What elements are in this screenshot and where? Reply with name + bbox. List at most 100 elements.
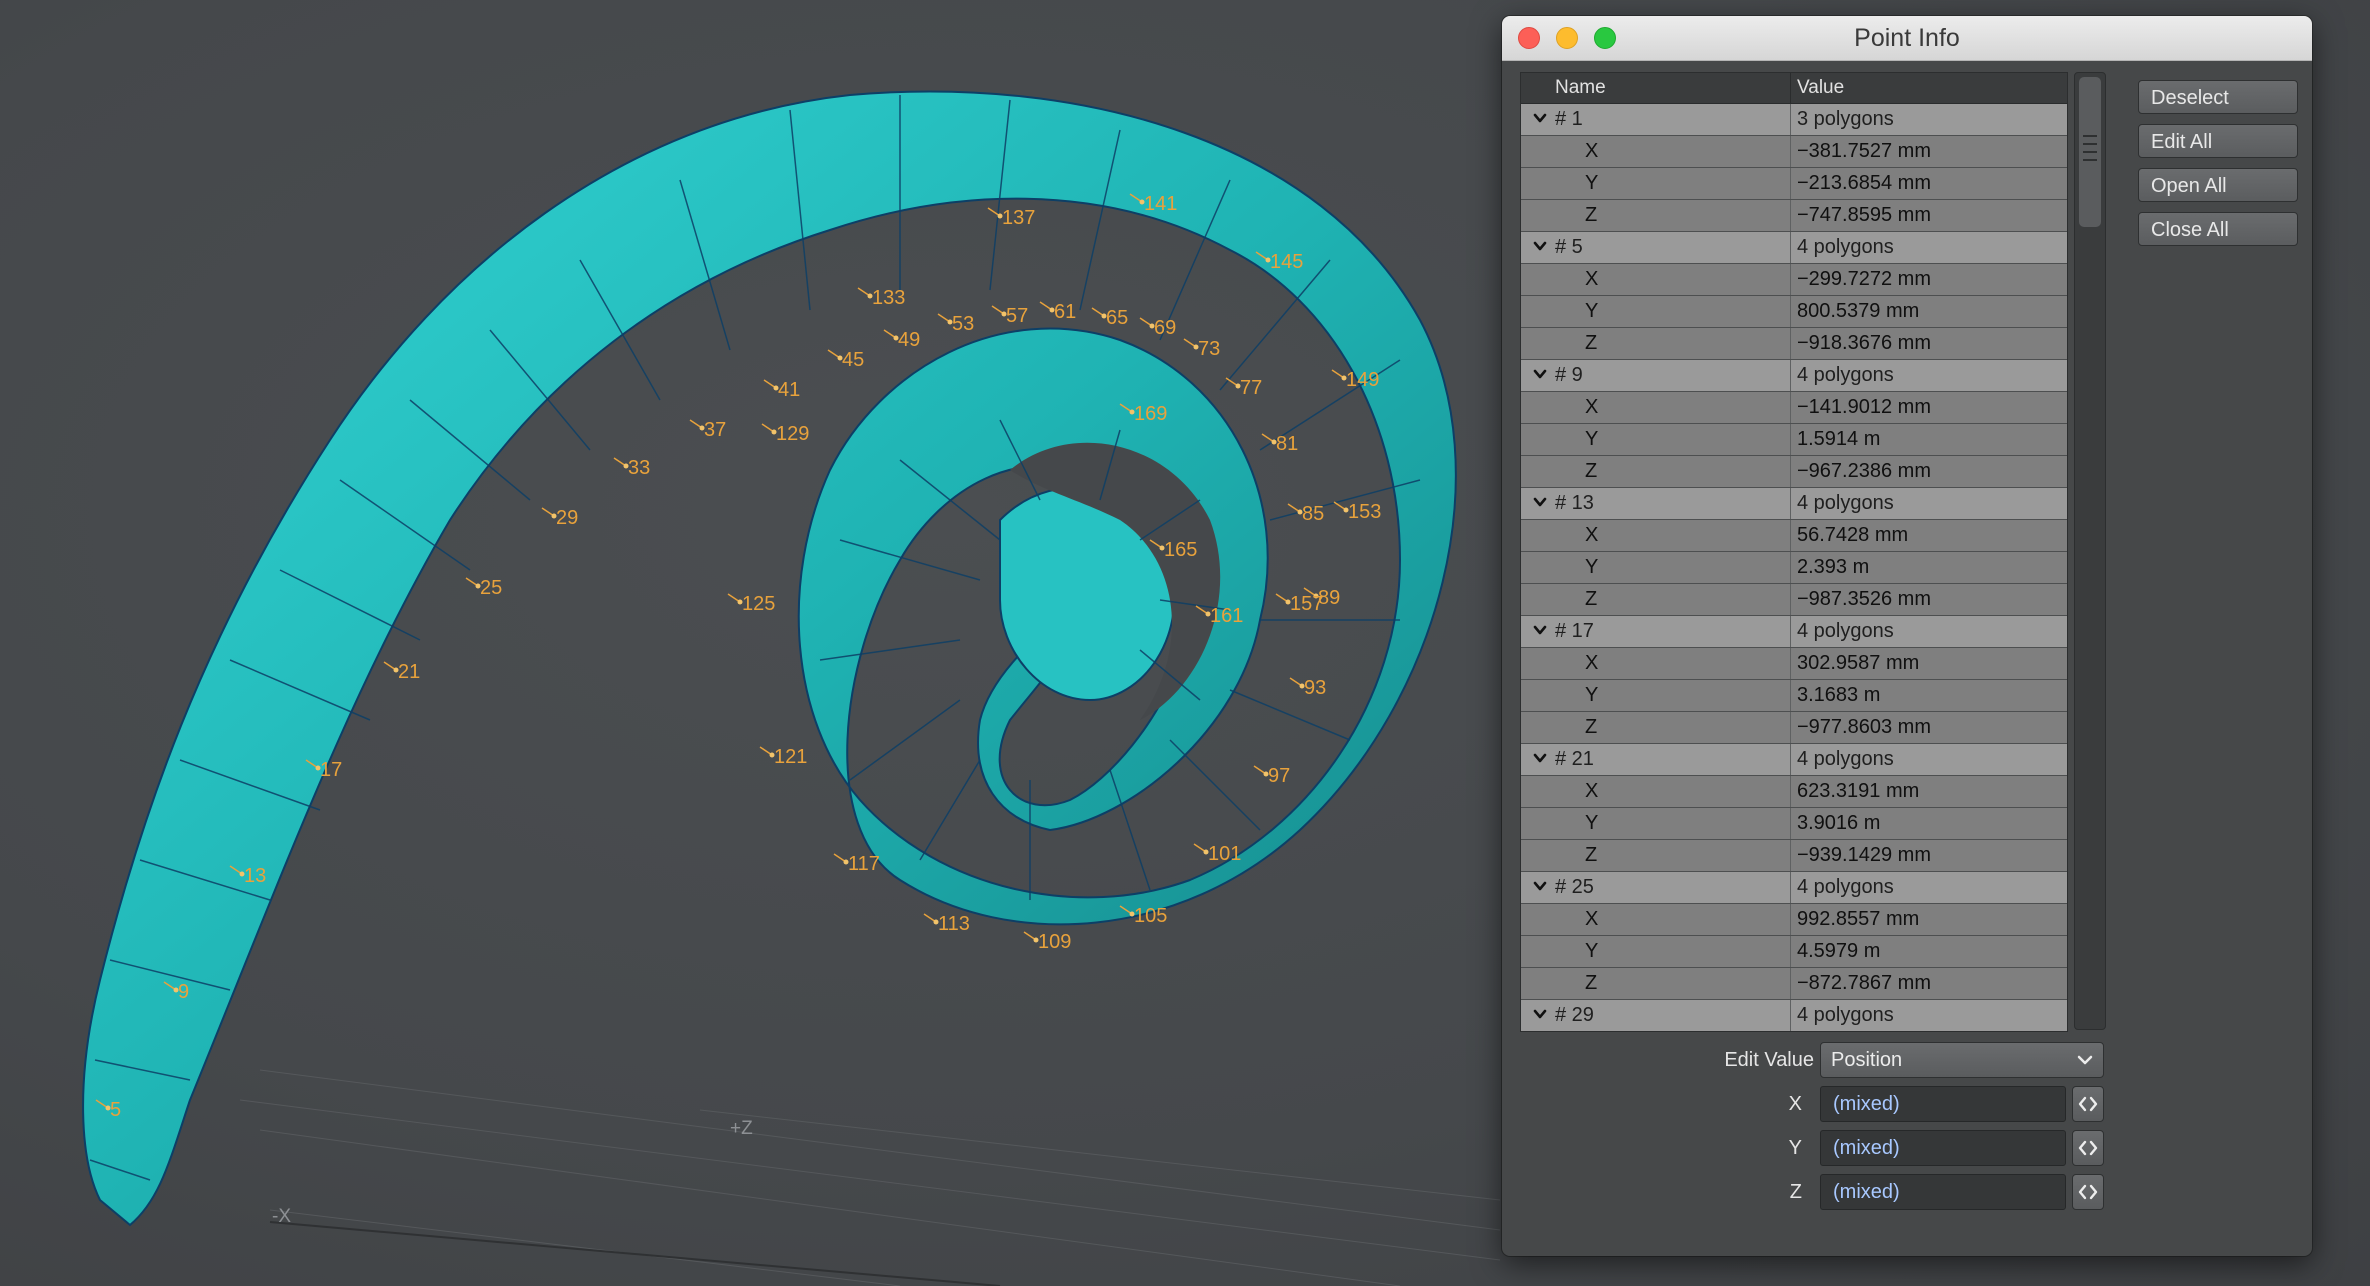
table-row-group[interactable]: # 5 4 polygons — [1521, 232, 2067, 264]
axis-value: 992.8557 mm — [1797, 908, 1920, 930]
chevron-down-icon[interactable] — [1533, 751, 1547, 765]
vertex-marker[interactable]: 29 — [541, 507, 578, 529]
table-row-group[interactable]: # 1 3 polygons — [1521, 104, 2067, 136]
table-row[interactable]: X 992.8557 mm — [1521, 904, 2067, 936]
vertex-marker[interactable]: 69 — [1139, 317, 1176, 339]
table-row[interactable]: Z −747.8595 mm — [1521, 200, 2067, 232]
vertex-marker[interactable]: 57 — [991, 305, 1028, 327]
window-titlebar[interactable]: Point Info — [1502, 16, 2312, 61]
chevron-down-icon[interactable] — [1533, 111, 1547, 125]
open-all-button[interactable]: Open All — [2138, 168, 2298, 202]
vertex-label: 133 — [872, 287, 905, 309]
table-row[interactable]: Z −967.2386 mm — [1521, 456, 2067, 488]
vertex-marker[interactable]: 33 — [613, 457, 650, 479]
chevron-down-icon[interactable] — [1533, 239, 1547, 253]
table-row[interactable]: Y 3.1683 m — [1521, 680, 2067, 712]
table-row[interactable]: Y 800.5379 mm — [1521, 296, 2067, 328]
vertex-marker[interactable]: 129 — [761, 423, 809, 445]
table-row-group[interactable]: # 29 4 polygons — [1521, 1000, 2067, 1031]
table-row[interactable]: X 623.3191 mm — [1521, 776, 2067, 808]
table-row[interactable]: Z −977.8603 mm — [1521, 712, 2067, 744]
chevron-down-icon[interactable] — [1533, 367, 1547, 381]
table-row-group[interactable]: # 25 4 polygons — [1521, 872, 2067, 904]
edit-value-select[interactable]: Position — [1820, 1042, 2104, 1078]
table-row[interactable]: X −141.9012 mm — [1521, 392, 2067, 424]
spiral-mesh[interactable] — [82, 90, 1457, 1227]
vertex-marker[interactable]: 133 — [857, 287, 905, 309]
table-scrollbar[interactable] — [2074, 72, 2106, 1030]
column-header-name[interactable]: Name — [1521, 73, 1791, 103]
table-row[interactable]: X −381.7527 mm — [1521, 136, 2067, 168]
stepper-icon[interactable] — [2072, 1174, 2104, 1210]
deselect-button[interactable]: Deselect — [2138, 80, 2298, 114]
table-row[interactable]: X −299.7272 mm — [1521, 264, 2067, 296]
vertex-label: 125 — [742, 593, 775, 615]
vertex-marker[interactable]: 117 — [833, 853, 880, 875]
vertex-label: 165 — [1164, 539, 1197, 561]
vertex-marker[interactable]: 77 — [1225, 377, 1262, 399]
stepper-icon[interactable] — [2072, 1086, 2104, 1122]
table-row[interactable]: Y 4.5979 m — [1521, 936, 2067, 968]
chevron-down-icon[interactable] — [1533, 623, 1547, 637]
table-row-group[interactable]: # 21 4 polygons — [1521, 744, 2067, 776]
z-value-field[interactable]: (mixed) — [1820, 1174, 2066, 1210]
y-value-field[interactable]: (mixed) — [1820, 1130, 2066, 1166]
axis-name: X — [1521, 264, 1791, 295]
vertex-marker[interactable]: 149 — [1331, 369, 1379, 391]
chevron-down-icon[interactable] — [1533, 495, 1547, 509]
vertex-marker[interactable]: 97 — [1253, 765, 1290, 787]
table-row[interactable]: X 56.7428 mm — [1521, 520, 2067, 552]
vertex-marker[interactable]: 113 — [923, 913, 970, 935]
vertex-marker[interactable]: 125 — [727, 593, 775, 615]
vertex-label: 93 — [1304, 677, 1326, 699]
close-all-button[interactable]: Close All — [2138, 212, 2298, 246]
axis-name: X — [1521, 136, 1791, 167]
table-row[interactable]: Z −987.3526 mm — [1521, 584, 2067, 616]
vertex-marker[interactable]: 25 — [465, 577, 502, 599]
vertex-marker[interactable]: 45 — [827, 349, 864, 371]
table-row[interactable]: Y 1.5914 m — [1521, 424, 2067, 456]
vertex-marker[interactable]: 53 — [937, 313, 974, 335]
column-header-value[interactable]: Value — [1791, 73, 1844, 103]
chevron-down-icon[interactable] — [1533, 1007, 1547, 1021]
axis-value: 4.5979 m — [1797, 940, 1881, 962]
table-row[interactable]: Y 2.393 m — [1521, 552, 2067, 584]
viewport-canvas[interactable]: 5 9 13 17 21 25 29 33 37 41 45 49 53 57 61 65 69 73 77 81 85… — [0, 0, 1500, 1286]
group-value: 4 polygons — [1797, 236, 1894, 258]
mesh-body[interactable] — [82, 90, 1457, 1227]
table-body[interactable]: # 1 3 polygons X −381.7527 mm Y −213.6854 mm Z… — [1521, 104, 2067, 1031]
vertex-marker[interactable]: 37 — [689, 419, 726, 441]
table-row[interactable]: Y −213.6854 mm — [1521, 168, 2067, 200]
edit-all-button[interactable]: Edit All — [2138, 124, 2298, 158]
point-info-window[interactable]: Point Info Name Value # 1 3 polygons X −381… — [1502, 16, 2312, 1256]
table-row-group[interactable]: # 17 4 polygons — [1521, 616, 2067, 648]
scroll-thumb[interactable] — [2079, 77, 2101, 227]
table-row[interactable]: Z −939.1429 mm — [1521, 840, 2067, 872]
table-row-group[interactable]: # 9 4 polygons — [1521, 360, 2067, 392]
table-row[interactable]: Z −872.7867 mm — [1521, 968, 2067, 1000]
table-row[interactable]: Z −918.3676 mm — [1521, 328, 2067, 360]
vertex-marker[interactable]: 21 — [383, 661, 420, 683]
vertex-marker[interactable]: 65 — [1091, 307, 1128, 329]
table-row-group[interactable]: # 13 4 polygons — [1521, 488, 2067, 520]
vertex-marker[interactable]: 41 — [763, 379, 800, 401]
table-row[interactable]: Y 3.9016 m — [1521, 808, 2067, 840]
vertex-marker[interactable]: 153 — [1333, 501, 1381, 523]
vertex-label: 5 — [110, 1099, 121, 1121]
vertex-marker[interactable]: 137 — [987, 207, 1035, 229]
vertex-marker[interactable]: 73 — [1183, 338, 1220, 360]
table-row[interactable]: X 302.9587 mm — [1521, 648, 2067, 680]
vertex-marker[interactable]: 109 — [1023, 931, 1071, 953]
chevron-down-icon[interactable] — [1533, 879, 1547, 893]
vertex-marker[interactable]: 93 — [1289, 677, 1326, 699]
stepper-icon[interactable] — [2072, 1130, 2104, 1166]
vertex-label: 49 — [898, 329, 920, 351]
point-info-table[interactable]: Name Value # 1 3 polygons X −381.7527 mm Y −2… — [1520, 72, 2068, 1032]
vertex-marker[interactable]: 157 — [1275, 593, 1323, 615]
vertex-marker[interactable]: 121 — [759, 746, 807, 768]
x-value-field[interactable]: (mixed) — [1820, 1086, 2066, 1122]
vertex-marker[interactable]: 49 — [883, 329, 920, 351]
vertex-marker[interactable]: 81 — [1261, 433, 1298, 455]
vertex-marker[interactable]: 61 — [1039, 301, 1076, 323]
vertex-marker[interactable]: 101 — [1193, 843, 1241, 865]
